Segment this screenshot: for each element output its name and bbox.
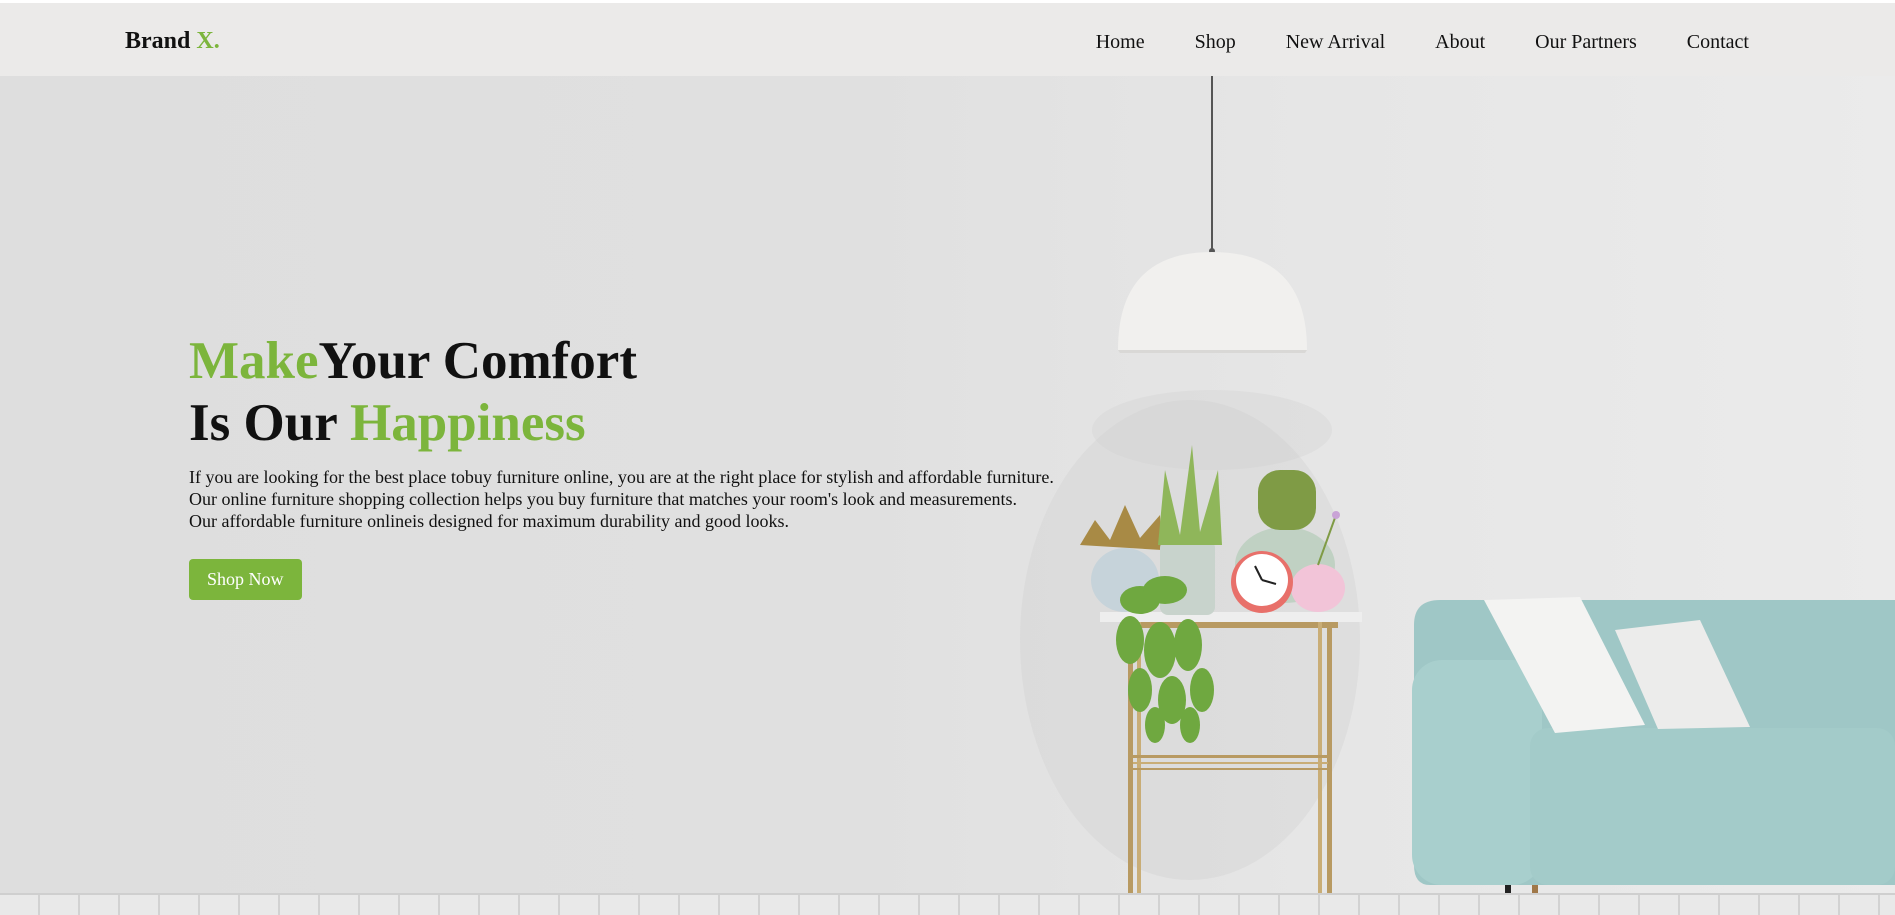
nav-link-our-partners[interactable]: Our Partners [1535,31,1637,54]
headline-your-comfort: Your Comfort [318,332,637,390]
floor [0,893,1895,915]
hero-description: If you are looking for the best place to… [189,466,1109,532]
nav-link-about[interactable]: About [1435,31,1485,54]
description-line-2: Our online furniture shopping collection… [189,489,1018,509]
description-line-1: If you are looking for the best place to… [189,467,1054,487]
shop-now-button[interactable]: Shop Now [189,559,302,600]
nav-link-contact[interactable]: Contact [1687,31,1749,54]
nav-link-new-arrival[interactable]: New Arrival [1286,31,1385,54]
sofa-icon [1412,597,1895,907]
headline-happiness: Happiness [350,394,586,452]
headline-is-our: Is Our [189,394,351,452]
hero-page: Brand X. Home Shop New Arrival About Our… [0,0,1895,915]
nav-link-home[interactable]: Home [1096,31,1145,54]
description-line-3: Our affordable furniture onlineis design… [189,511,790,531]
hero-headline: MakeYour Comfort Is Our Happiness [189,330,1109,454]
brand-mark: X. [196,28,220,54]
main-nav: Home Shop New Arrival About Our Partners… [1046,31,1749,54]
hero-section: MakeYour Comfort Is Our Happiness If you… [189,330,1109,600]
brand-name: Brand [125,28,191,54]
nav-link-shop[interactable]: Shop [1195,31,1236,54]
brand-logo[interactable]: Brand X. [125,28,220,55]
headline-make: Make [189,332,319,390]
navbar: Brand X. Home Shop New Arrival About Our… [0,3,1895,76]
